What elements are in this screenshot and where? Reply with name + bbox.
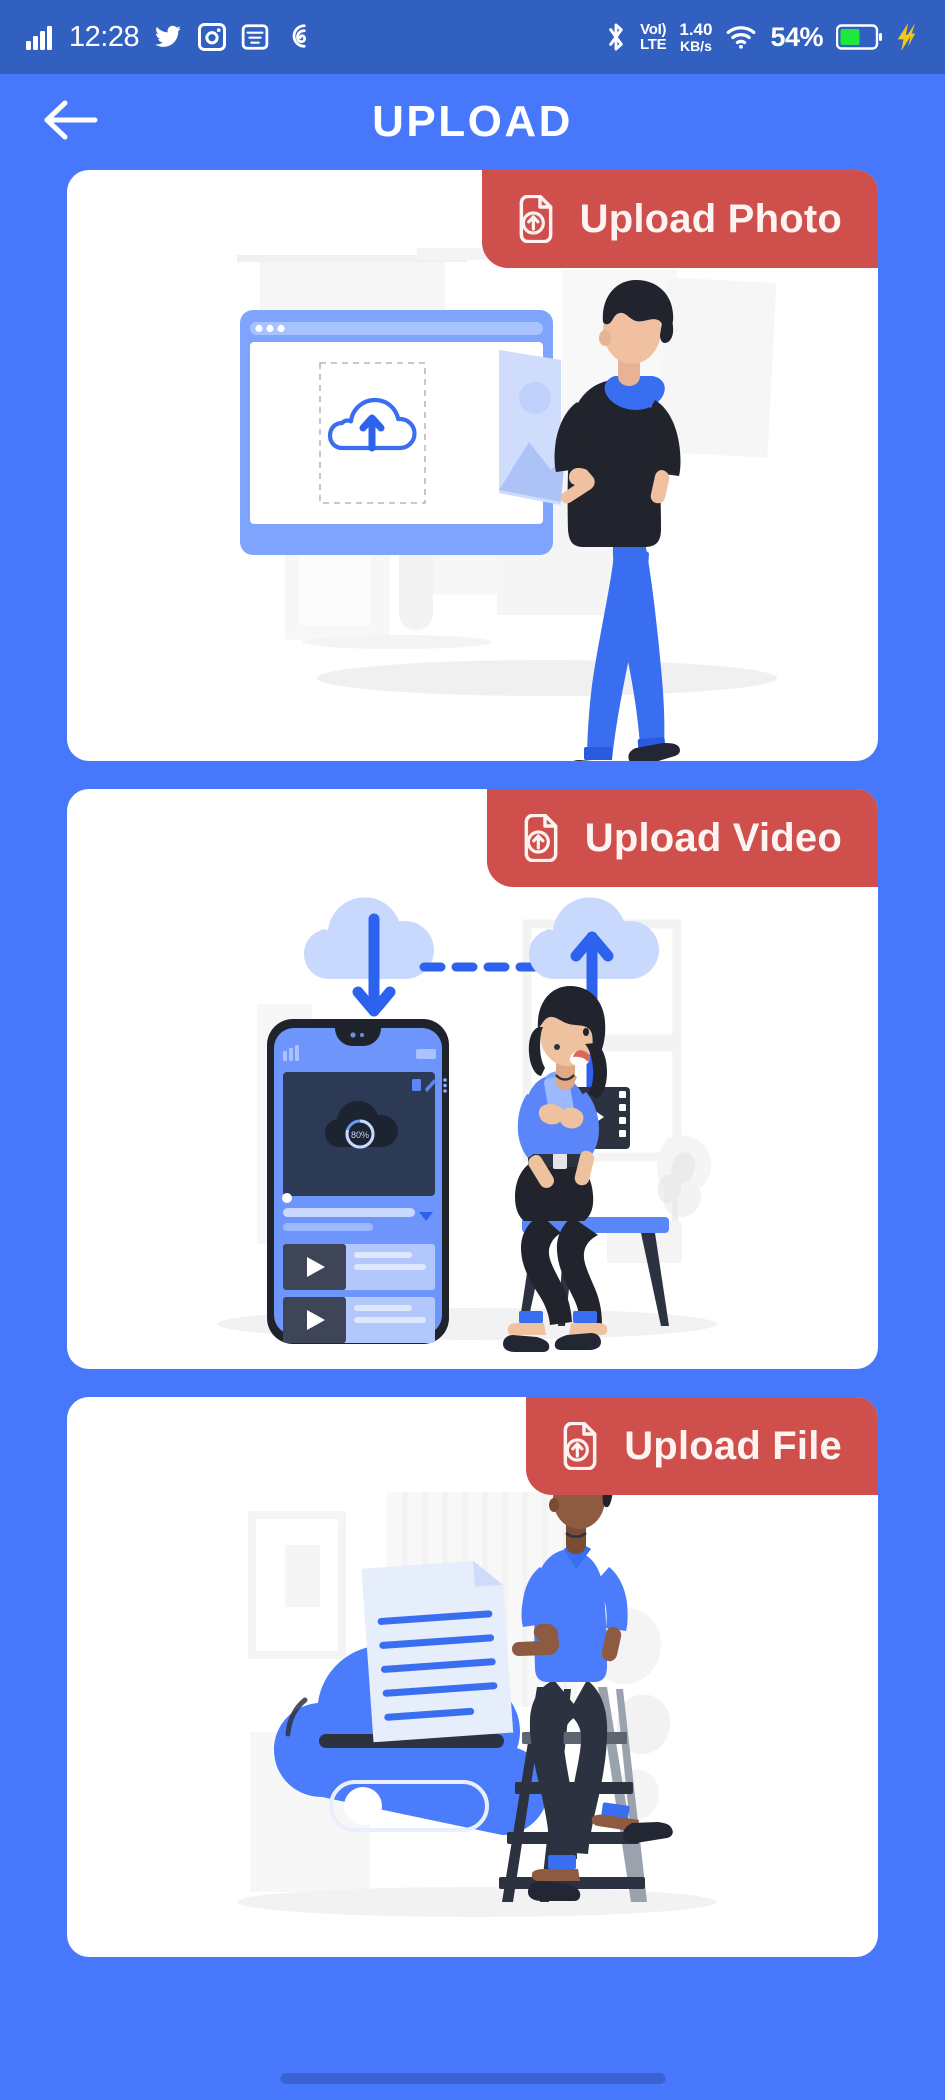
battery-icon <box>836 24 882 50</box>
battery-percentage: 54% <box>770 21 823 52</box>
upload-video-card[interactable]: 80% Upload Video <box>67 789 878 1369</box>
instagram-icon <box>197 22 227 52</box>
upload-file-badge[interactable]: Upload File <box>526 1397 878 1495</box>
upload-file-card[interactable]: Upload File <box>67 1397 878 1957</box>
upload-photo-badge-label: Upload Photo <box>579 196 842 241</box>
bluetooth-icon <box>605 21 627 53</box>
gesture-navigation-bar[interactable] <box>280 2073 665 2084</box>
file-upload-icon <box>514 195 558 243</box>
upload-card-list: Upload Photo 80% Upload Video Upload Fil… <box>0 170 945 1957</box>
file-upload-icon <box>519 814 563 862</box>
file-upload-icon <box>558 1422 602 1470</box>
upload-video-badge-label: Upload Video <box>584 815 842 860</box>
svg-text:80%: 80% <box>351 1130 369 1140</box>
charging-bolt-icon <box>895 23 919 51</box>
page-title: UPLOAD <box>372 97 573 146</box>
app-header: UPLOAD <box>0 74 945 170</box>
status-bar-left-group: 12:28 <box>26 22 313 52</box>
upload-photo-badge[interactable]: Upload Photo <box>481 170 878 268</box>
cellular-signal-icon <box>26 24 56 50</box>
mail-icon <box>240 22 270 52</box>
status-bar: 12:28 VoI) LTE 1.40 KB/s 54% <box>0 0 945 74</box>
twitter-icon <box>152 23 184 51</box>
volte-indicator: VoI) LTE <box>640 21 667 53</box>
wifi-icon <box>725 23 757 51</box>
network-speed-indicator: 1.40 KB/s <box>679 19 713 54</box>
status-bar-right-group: VoI) LTE 1.40 KB/s 54% <box>605 19 919 54</box>
status-bar-clock: 12:28 <box>69 20 140 53</box>
upload-video-badge[interactable]: Upload Video <box>486 789 878 887</box>
upload-photo-card[interactable]: Upload Photo <box>67 170 878 761</box>
arrow-left-icon <box>44 99 100 146</box>
back-button[interactable] <box>40 90 104 154</box>
upload-file-badge-label: Upload File <box>624 1423 842 1468</box>
link-icon <box>283 22 313 52</box>
